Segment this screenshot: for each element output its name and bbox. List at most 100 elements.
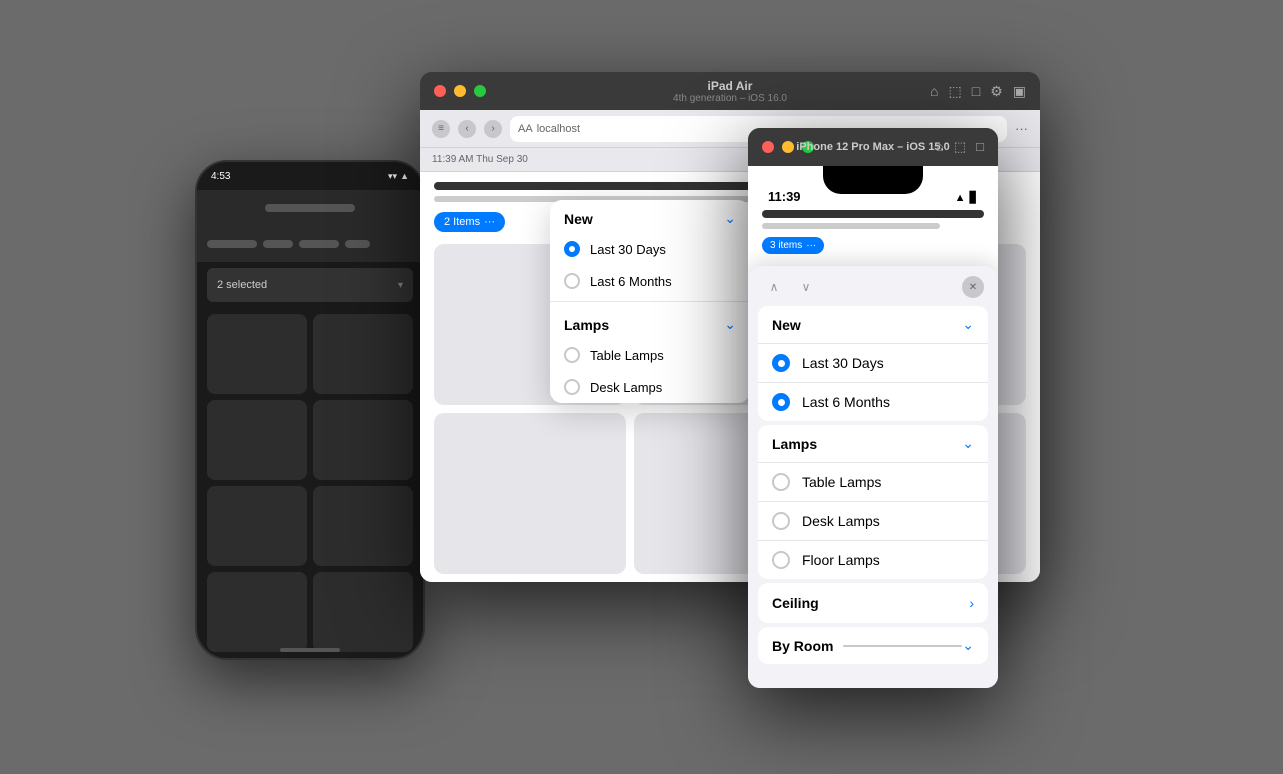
grid-item-4[interactable]	[313, 400, 413, 480]
iphone-window: iPhone 12 Pro Max – iOS 15.0 ⌂ ⬚ □ 11:39…	[748, 128, 998, 688]
android-status-bar: 4:53 ▾▾ ▲	[197, 162, 423, 190]
chevron-down-icon: ▾	[398, 280, 403, 291]
iphone-screen: 11:39 ▲ ▊ 3 items ···	[748, 166, 998, 688]
iphone-minimize-button[interactable]	[782, 141, 794, 153]
iphone-share-icon[interactable]: □	[976, 139, 984, 155]
iphone-status-icons: ▲ ▊	[955, 191, 978, 204]
filter-chip[interactable]: 2 Items ···	[434, 212, 505, 232]
android-selector-text: 2 selected	[217, 279, 267, 291]
chevron-down-icon-2: ⌄	[724, 316, 736, 333]
iphone-win-titlebar: iPhone 12 Pro Max – iOS 15.0 ⌂ ⬚ □	[748, 128, 998, 166]
forward-button[interactable]: ›	[484, 120, 502, 138]
iphone-panel-item-table-lamps[interactable]: Table Lamps	[758, 463, 988, 502]
iphone-radio-floor-lamps[interactable]	[772, 551, 790, 569]
iphone-panel-item-floor-lamps[interactable]: Floor Lamps	[758, 541, 988, 579]
more-icon[interactable]: ···	[1015, 121, 1028, 136]
radio-desk-lamps[interactable]	[564, 379, 580, 395]
dropdown-section1-title: New	[564, 211, 593, 227]
mac-toolbar-icons: ⌂ ⬚ □ ⚙ ▣	[930, 83, 1026, 100]
iphone-filter-chip[interactable]: 3 items ···	[762, 237, 824, 254]
iphone-radio-last6months[interactable]	[772, 393, 790, 411]
dropdown-item-desk-lamps[interactable]: Desk Lamps	[550, 371, 750, 403]
sidebar-toggle[interactable]: ≡	[432, 120, 450, 138]
ipad-dropdown: New ⌄ Last 30 Days Last 6 Months Lamps ⌄…	[550, 200, 750, 403]
header-line1	[434, 182, 789, 190]
iphone-screenshot-icon[interactable]: ⬚	[954, 139, 966, 155]
dropdown-item-last6months[interactable]: Last 6 Months	[550, 265, 750, 297]
grid-item-5[interactable]	[207, 486, 307, 566]
grid-item-6[interactable]	[313, 486, 413, 566]
panel-close-btn[interactable]: ✕	[962, 276, 984, 298]
iphone-time: 11:39	[768, 189, 801, 204]
ipad-time: 11:39 AM Thu Sep 30	[432, 154, 528, 165]
display-icon[interactable]: ▣	[1013, 83, 1026, 100]
camera-icon[interactable]: ⬚	[949, 83, 962, 100]
iphone-notch	[823, 166, 923, 194]
iphone-panel-section-lamps-header[interactable]: Lamps ⌄	[758, 425, 988, 463]
iphone-close-button[interactable]	[762, 141, 774, 153]
back-button[interactable]: ‹	[458, 120, 476, 138]
android-toolbar	[197, 190, 423, 226]
android-selector[interactable]: 2 selected ▾	[207, 268, 413, 302]
dropdown-item-table-lamps[interactable]: Table Lamps	[550, 339, 750, 371]
dropdown-divider1	[550, 301, 750, 302]
panel-down-btn[interactable]: ∨	[794, 277, 818, 297]
dropdown-section2-header[interactable]: Lamps ⌄	[550, 306, 750, 339]
signal-icon: ▲	[400, 171, 409, 181]
iphone-panel-lamps-title: Lamps	[772, 436, 817, 452]
iphone-radio-table-lamps[interactable]	[772, 473, 790, 491]
iphone-panel-item-last6months[interactable]: Last 6 Months	[758, 383, 988, 421]
chevron-down-icon: ⌄	[724, 210, 736, 227]
android-nav-bar	[280, 648, 340, 652]
aa-label: AA	[518, 123, 533, 135]
iphone-panel-new-title: New	[772, 317, 801, 333]
iphone-panel-byroom-chevron: ⌄	[962, 637, 974, 654]
dropdown-item-table-lamps-label: Table Lamps	[590, 348, 664, 363]
maximize-button[interactable]	[474, 85, 486, 97]
radio-table-lamps[interactable]	[564, 347, 580, 363]
iphone-panel-item-desk-lamps[interactable]: Desk Lamps	[758, 502, 988, 541]
dropdown-item-last6months-label: Last 6 Months	[590, 274, 672, 289]
radio-last30[interactable]	[564, 241, 580, 257]
close-button[interactable]	[434, 85, 446, 97]
share-icon[interactable]: □	[972, 83, 980, 99]
grid-item-8[interactable]	[313, 572, 413, 652]
iphone-radio-desk-lamps[interactable]	[772, 512, 790, 530]
ipad-grid-item-4[interactable]	[434, 413, 626, 574]
settings-icon[interactable]: ⚙	[990, 83, 1003, 100]
dropdown-item-last30[interactable]: Last 30 Days	[550, 233, 750, 265]
grid-item-1[interactable]	[207, 314, 307, 394]
home-icon[interactable]: ⌂	[930, 83, 938, 99]
iphone-home-icon[interactable]: ⌂	[936, 139, 944, 155]
title-line2	[762, 223, 940, 229]
mac-window-subtitle: 4th generation – iOS 16.0	[673, 93, 787, 104]
wifi-icon: ▲	[955, 192, 966, 204]
iphone-header-block	[762, 210, 984, 229]
grid-item-7[interactable]	[207, 572, 307, 652]
iphone-panel-nav: ∧ ∨	[762, 277, 818, 297]
iphone-panel-section-new: New ⌄ Last 30 Days Last 6 Months	[758, 306, 988, 421]
minimize-button[interactable]	[454, 85, 466, 97]
iphone-panel-lamps-chevron: ⌄	[962, 435, 974, 452]
iphone-radio-last30[interactable]	[772, 354, 790, 372]
iphone-panel-ceiling-chevron-right: ›	[969, 595, 974, 611]
iphone-panel-section-byroom: By Room ⌄	[758, 627, 988, 664]
android-phone: 4:53 ▾▾ ▲ 2 selected ▾	[195, 160, 425, 660]
dropdown-item-last30-label: Last 30 Days	[590, 242, 666, 257]
iphone-panel-item-last30[interactable]: Last 30 Days	[758, 344, 988, 383]
search-line4	[345, 240, 370, 248]
search-line2	[263, 240, 293, 248]
byroom-divider-line	[843, 645, 962, 647]
iphone-panel-byroom-row[interactable]: By Room ⌄	[758, 627, 988, 664]
grid-item-3[interactable]	[207, 400, 307, 480]
grid-item-2[interactable]	[313, 314, 413, 394]
dropdown-section1-header[interactable]: New ⌄	[550, 200, 750, 233]
iphone-panel-section-new-header[interactable]: New ⌄	[758, 306, 988, 344]
iphone-panel-desk-lamps-label: Desk Lamps	[802, 513, 880, 529]
iphone-panel-section-lamps: Lamps ⌄ Table Lamps Desk Lamps Floor Lam…	[758, 425, 988, 579]
iphone-win-icons: ⌂ ⬚ □	[936, 139, 984, 155]
iphone-panel-ceiling-row[interactable]: Ceiling ›	[758, 583, 988, 623]
radio-last6months[interactable]	[564, 273, 580, 289]
panel-up-btn[interactable]: ∧	[762, 277, 786, 297]
android-toolbar-title-bar	[265, 204, 355, 212]
